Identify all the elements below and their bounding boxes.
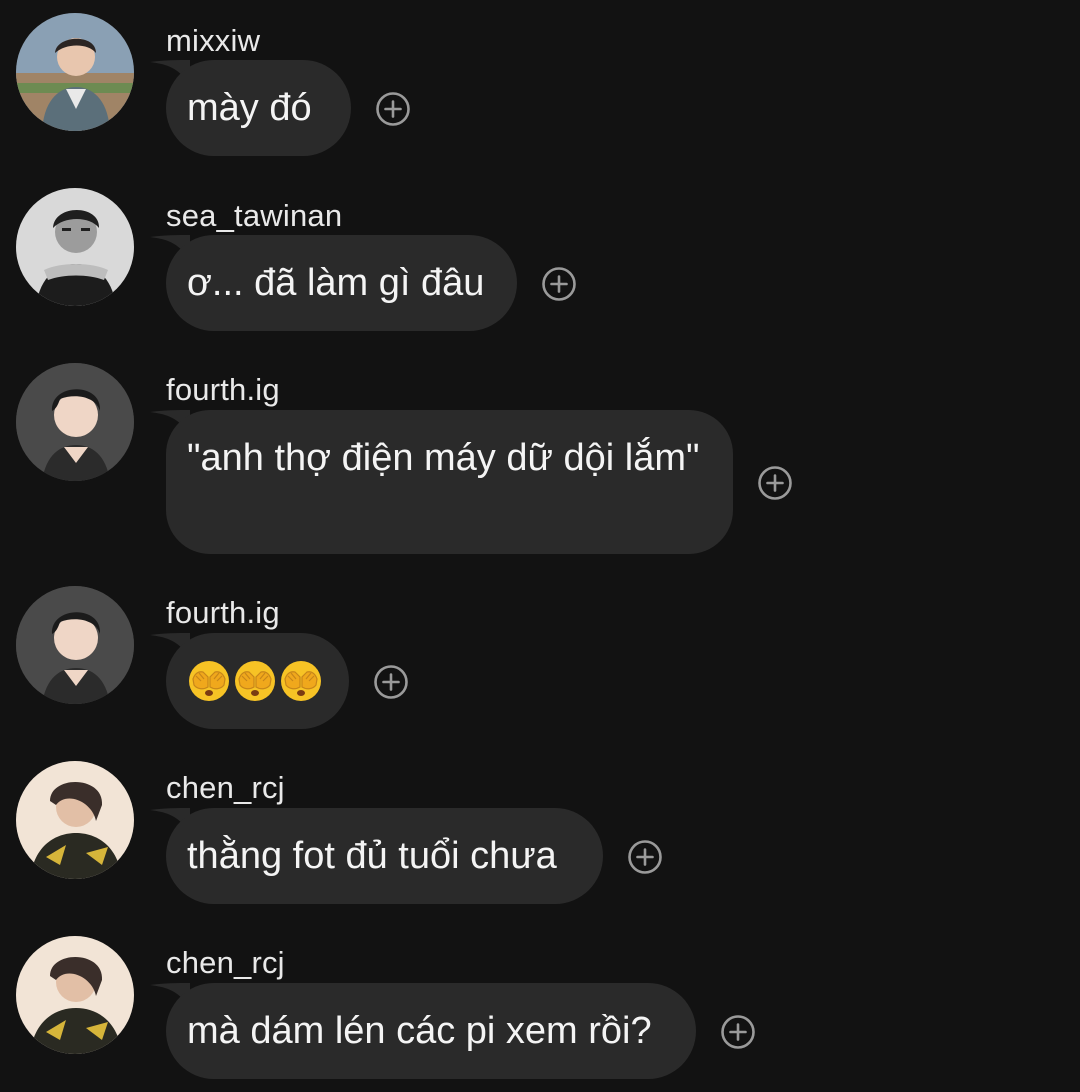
avatar-photo-icon [16, 363, 134, 481]
username[interactable]: sea_tawinan [166, 200, 342, 231]
avatar-photo-icon [16, 13, 134, 131]
add-reaction-icon[interactable] [541, 266, 577, 302]
face-with-hands-over-eyes-icon [279, 659, 323, 703]
username[interactable]: chen_rcj [166, 772, 285, 803]
message-text: thằng fot đủ tuổi chưa [187, 835, 557, 877]
message-bubble[interactable]: mày đó [166, 60, 351, 156]
face-with-hands-over-eyes-icon [233, 659, 277, 703]
username[interactable]: chen_rcj [166, 947, 285, 978]
message-bubble[interactable]: mà dám lén các pi xem rồi? [166, 983, 696, 1079]
message-bubble[interactable]: thằng fot đủ tuổi chưa [166, 808, 603, 904]
message-bubble[interactable] [166, 633, 349, 729]
avatar-photo-icon [16, 936, 134, 1054]
avatar-photo-icon [16, 586, 134, 704]
add-reaction-icon[interactable] [373, 664, 409, 700]
message-bubble[interactable]: "anh thợ điện máy dữ dội lắm" [166, 410, 733, 554]
avatar[interactable] [16, 586, 134, 704]
avatar-photo-icon [16, 761, 134, 879]
username[interactable]: mixxiw [166, 25, 260, 56]
avatar-photo-icon [16, 188, 134, 306]
add-reaction-icon[interactable] [627, 839, 663, 875]
face-with-hands-over-eyes-icon [187, 659, 231, 703]
add-reaction-icon[interactable] [757, 465, 793, 501]
emoji-row [187, 659, 323, 703]
username[interactable]: fourth.ig [166, 374, 280, 405]
message-text: mà dám lén các pi xem rồi? [187, 1010, 652, 1052]
message-bubble[interactable]: ơ... đã làm gì đâu [166, 235, 517, 331]
username[interactable]: fourth.ig [166, 597, 280, 628]
add-reaction-icon[interactable] [375, 91, 411, 127]
message-text: ơ... đã làm gì đâu [187, 262, 485, 304]
avatar[interactable] [16, 13, 134, 131]
avatar[interactable] [16, 188, 134, 306]
avatar[interactable] [16, 363, 134, 481]
avatar[interactable] [16, 761, 134, 879]
message-text: "anh thợ điện máy dữ dội lắm" [187, 437, 700, 479]
avatar[interactable] [16, 936, 134, 1054]
add-reaction-icon[interactable] [720, 1014, 756, 1050]
message-text: mày đó [187, 87, 312, 129]
